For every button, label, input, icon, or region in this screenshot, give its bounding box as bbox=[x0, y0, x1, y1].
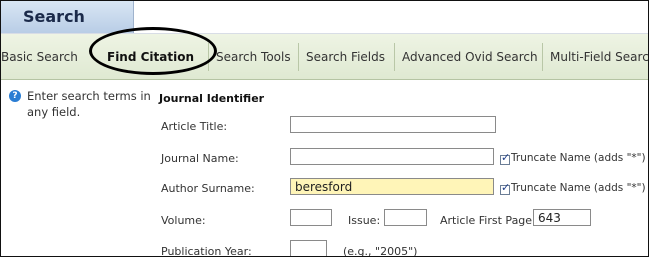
author-truncate-checkbox[interactable] bbox=[500, 181, 510, 195]
issue-label: Issue: bbox=[348, 214, 381, 227]
article-title-input[interactable] bbox=[290, 116, 496, 133]
issue-input[interactable] bbox=[384, 209, 427, 226]
tab-advanced-ovid-search[interactable]: Advanced Ovid Search bbox=[394, 43, 546, 71]
first-page-input[interactable]: 643 bbox=[533, 209, 591, 226]
publication-year-hint: (e.g., "2005") bbox=[343, 245, 418, 257]
author-surname-input[interactable]: beresford bbox=[290, 178, 494, 195]
publication-year-input[interactable] bbox=[290, 240, 327, 256]
journal-name-input[interactable] bbox=[290, 148, 494, 165]
first-page-label: Article First Page: bbox=[440, 214, 536, 227]
journal-truncate-label: Truncate Name (adds "*") bbox=[511, 152, 646, 164]
author-truncate-label: Truncate Name (adds "*") bbox=[511, 182, 646, 194]
help-icon: ? bbox=[9, 90, 21, 102]
volume-input[interactable] bbox=[290, 209, 332, 226]
journal-truncate-checkbox[interactable] bbox=[500, 151, 510, 165]
tab-search-tools[interactable]: Search Tools bbox=[208, 43, 299, 71]
help-text: Enter search terms in any field. bbox=[27, 89, 151, 119]
search-window: Search Basic Search Find Citation Search… bbox=[0, 0, 649, 257]
volume-label: Volume: bbox=[161, 214, 206, 227]
tab-basic-search[interactable]: Basic Search bbox=[1, 47, 86, 67]
author-surname-label: Author Surname: bbox=[161, 182, 255, 195]
annotation-circle bbox=[89, 27, 217, 75]
section-title: Journal Identifier bbox=[159, 92, 265, 105]
publication-year-label: Publication Year: bbox=[161, 245, 252, 257]
page-title: Search bbox=[23, 7, 85, 26]
tab-search-fields[interactable]: Search Fields bbox=[298, 43, 393, 71]
journal-name-label: Journal Name: bbox=[161, 152, 239, 165]
header-tab: Search bbox=[1, 1, 134, 33]
article-title-label: Article Title: bbox=[161, 120, 228, 133]
tab-multi-field-search[interactable]: Multi-Field Searc bbox=[542, 43, 648, 71]
header-bar: Search bbox=[1, 1, 648, 34]
